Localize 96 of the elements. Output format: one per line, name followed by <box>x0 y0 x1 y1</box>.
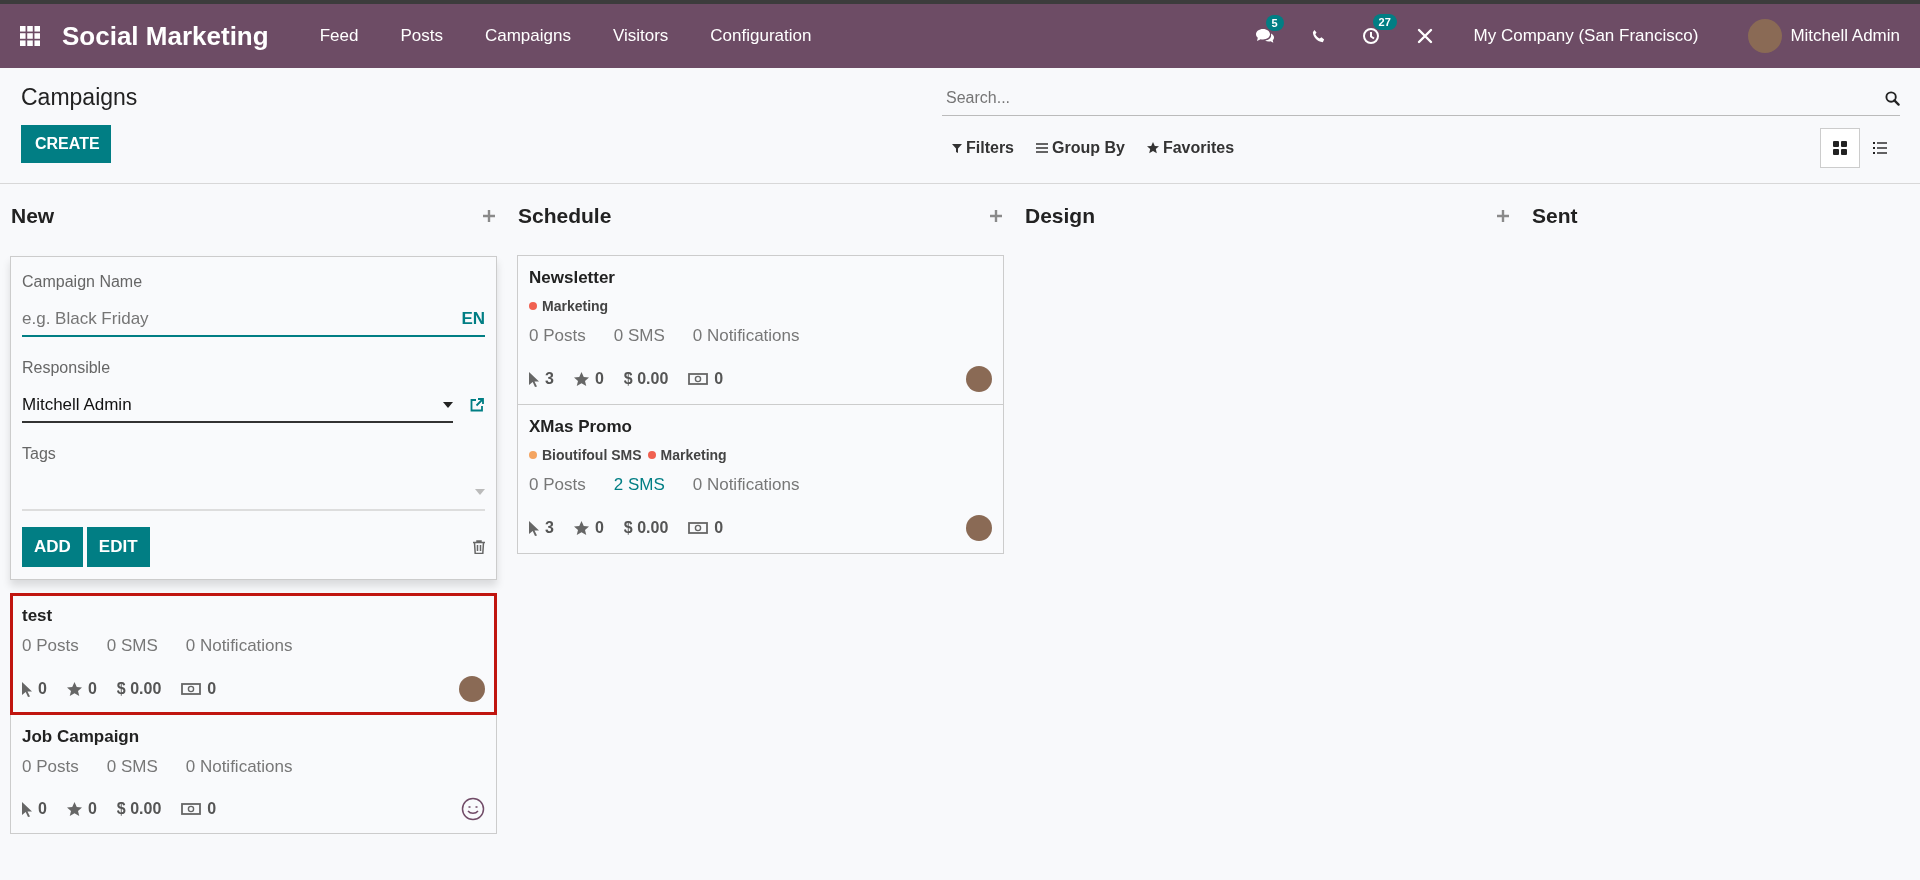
add-icon[interactable] <box>483 210 495 222</box>
group-by-button[interactable]: Group By <box>1036 139 1125 157</box>
stat-link[interactable]: 0 Notifications <box>692 475 800 495</box>
column-title: Schedule <box>518 204 612 228</box>
stat-link[interactable]: 0 Notifications <box>692 326 800 346</box>
notification-badge: 5 <box>1265 15 1284 31</box>
stat-link[interactable]: 0 Posts <box>529 326 586 346</box>
column-title: New <box>11 204 55 228</box>
external-link-icon[interactable] <box>469 397 485 413</box>
rating-count: 0 <box>87 680 97 698</box>
field-label: Responsible <box>22 359 112 377</box>
banknote-icon <box>181 803 202 815</box>
clicks-count: 3 <box>545 370 554 388</box>
card-title: XMas Promo <box>529 417 633 437</box>
banknote-icon <box>688 522 709 534</box>
trash-icon[interactable] <box>473 540 485 554</box>
menu-item[interactable]: Configuration <box>710 26 812 46</box>
create-button[interactable]: CREATE <box>21 125 111 163</box>
card-title: Newsletter <box>529 268 616 288</box>
cursor-icon <box>529 520 539 536</box>
favorites-button[interactable]: Favorites <box>1146 139 1235 157</box>
campaign-card[interactable]: XMas Promo Bioutifoul SMS Marketing 0 Posts 2 SMS 0 Notifications 3 0 $ 0.00 0 <box>517 404 1004 554</box>
star-icon <box>66 681 82 697</box>
filters-button[interactable]: Filters <box>952 139 1014 157</box>
activity-badge: 27 <box>1372 14 1397 30</box>
stat-link[interactable]: 0 Posts <box>22 757 79 777</box>
column-title: Sent <box>1532 204 1578 228</box>
filter-icon <box>952 143 962 153</box>
stat-link[interactable]: 0 Notifications <box>185 636 293 656</box>
search-icon[interactable] <box>1885 90 1900 106</box>
banknote-icon <box>181 683 202 695</box>
language-button[interactable]: EN <box>461 309 485 329</box>
clicks-count: 3 <box>545 519 554 537</box>
edit-button[interactable]: EDIT <box>86 527 150 567</box>
payments-count: 0 <box>207 800 217 818</box>
apps-menu-icon[interactable] <box>20 26 40 46</box>
cursor-icon <box>529 371 539 387</box>
revenue-amount: $ 0.00 <box>623 519 669 537</box>
payments-count: 0 <box>714 519 724 537</box>
banknote-icon <box>688 373 709 385</box>
stat-link[interactable]: 0 SMS <box>613 326 665 346</box>
clicks-count: 0 <box>38 680 47 698</box>
campaign-card[interactable]: Newsletter Marketing 0 Posts 0 SMS 0 Notifications 3 0 $ 0.00 0 <box>517 255 1004 405</box>
responsible-field[interactable]: Mitchell Admin <box>22 395 443 415</box>
campaign-card[interactable]: test 0 Posts 0 SMS 0 Notifications 0 0 $ 0.00 0 <box>10 593 497 715</box>
clock-icon[interactable] <box>1361 27 1380 45</box>
field-label: Campaign Name <box>22 273 144 291</box>
field-label: Tags <box>22 445 57 463</box>
company-switcher[interactable]: My Company (San Francisco) <box>1473 26 1699 46</box>
add-icon[interactable] <box>1497 210 1509 222</box>
revenue-amount: $ 0.00 <box>116 800 162 818</box>
column-title: Design <box>1025 204 1095 228</box>
stat-link[interactable]: 0 SMS <box>106 757 158 777</box>
tag-label: Marketing <box>542 298 609 314</box>
cursor-icon <box>22 681 32 697</box>
campaign-name-field[interactable]: e.g. Black Friday <box>22 309 462 329</box>
tag-label: Bioutifoul SMS <box>542 447 642 463</box>
cursor-icon <box>22 801 32 817</box>
stat-link[interactable]: 0 Posts <box>22 636 79 656</box>
menu-item[interactable]: Posts <box>400 26 443 46</box>
menu-item[interactable]: Campaigns <box>484 26 571 46</box>
menu-item[interactable]: Visitors <box>612 26 669 46</box>
phone-icon[interactable] <box>1310 28 1326 44</box>
star-icon <box>573 371 589 387</box>
grid-icon <box>1833 141 1847 155</box>
add-icon[interactable] <box>990 210 1002 222</box>
app-name[interactable]: Social Marketing <box>62 20 269 52</box>
chat-icon[interactable] <box>1254 28 1275 44</box>
stat-link[interactable]: 2 SMS <box>613 475 665 495</box>
card-title: Job Campaign <box>22 727 141 747</box>
rating-count: 0 <box>594 370 604 388</box>
star-icon <box>573 520 589 536</box>
stat-link[interactable]: 0 Notifications <box>185 757 293 777</box>
revenue-amount: $ 0.00 <box>116 680 162 698</box>
caret-icon[interactable] <box>443 402 453 408</box>
star-icon <box>1146 142 1159 154</box>
search-field[interactable]: Search... <box>944 88 1885 108</box>
user-menu[interactable]: Mitchell Admin <box>1790 26 1900 46</box>
payments-count: 0 <box>207 680 217 698</box>
card-title: test <box>22 606 54 626</box>
menu-item[interactable]: Feed <box>319 26 359 46</box>
add-button[interactable]: ADD <box>22 527 83 567</box>
star-icon <box>66 801 82 817</box>
revenue-amount: $ 0.00 <box>623 370 669 388</box>
tag-label: Marketing <box>660 447 727 463</box>
campaign-card[interactable]: Job Campaign 0 Posts 0 SMS 0 Notifications 0 0 $ 0.00 0 <box>10 714 497 834</box>
payments-count: 0 <box>714 370 724 388</box>
list-icon <box>1873 142 1887 154</box>
rating-count: 0 <box>594 519 604 537</box>
clicks-count: 0 <box>38 800 47 818</box>
stat-link[interactable]: 0 SMS <box>106 636 158 656</box>
stat-link[interactable]: 0 Posts <box>529 475 586 495</box>
page-title: Campaigns <box>21 84 138 111</box>
rating-count: 0 <box>87 800 97 818</box>
kanban-view-button[interactable] <box>1820 128 1860 168</box>
lines-icon <box>1036 143 1048 153</box>
